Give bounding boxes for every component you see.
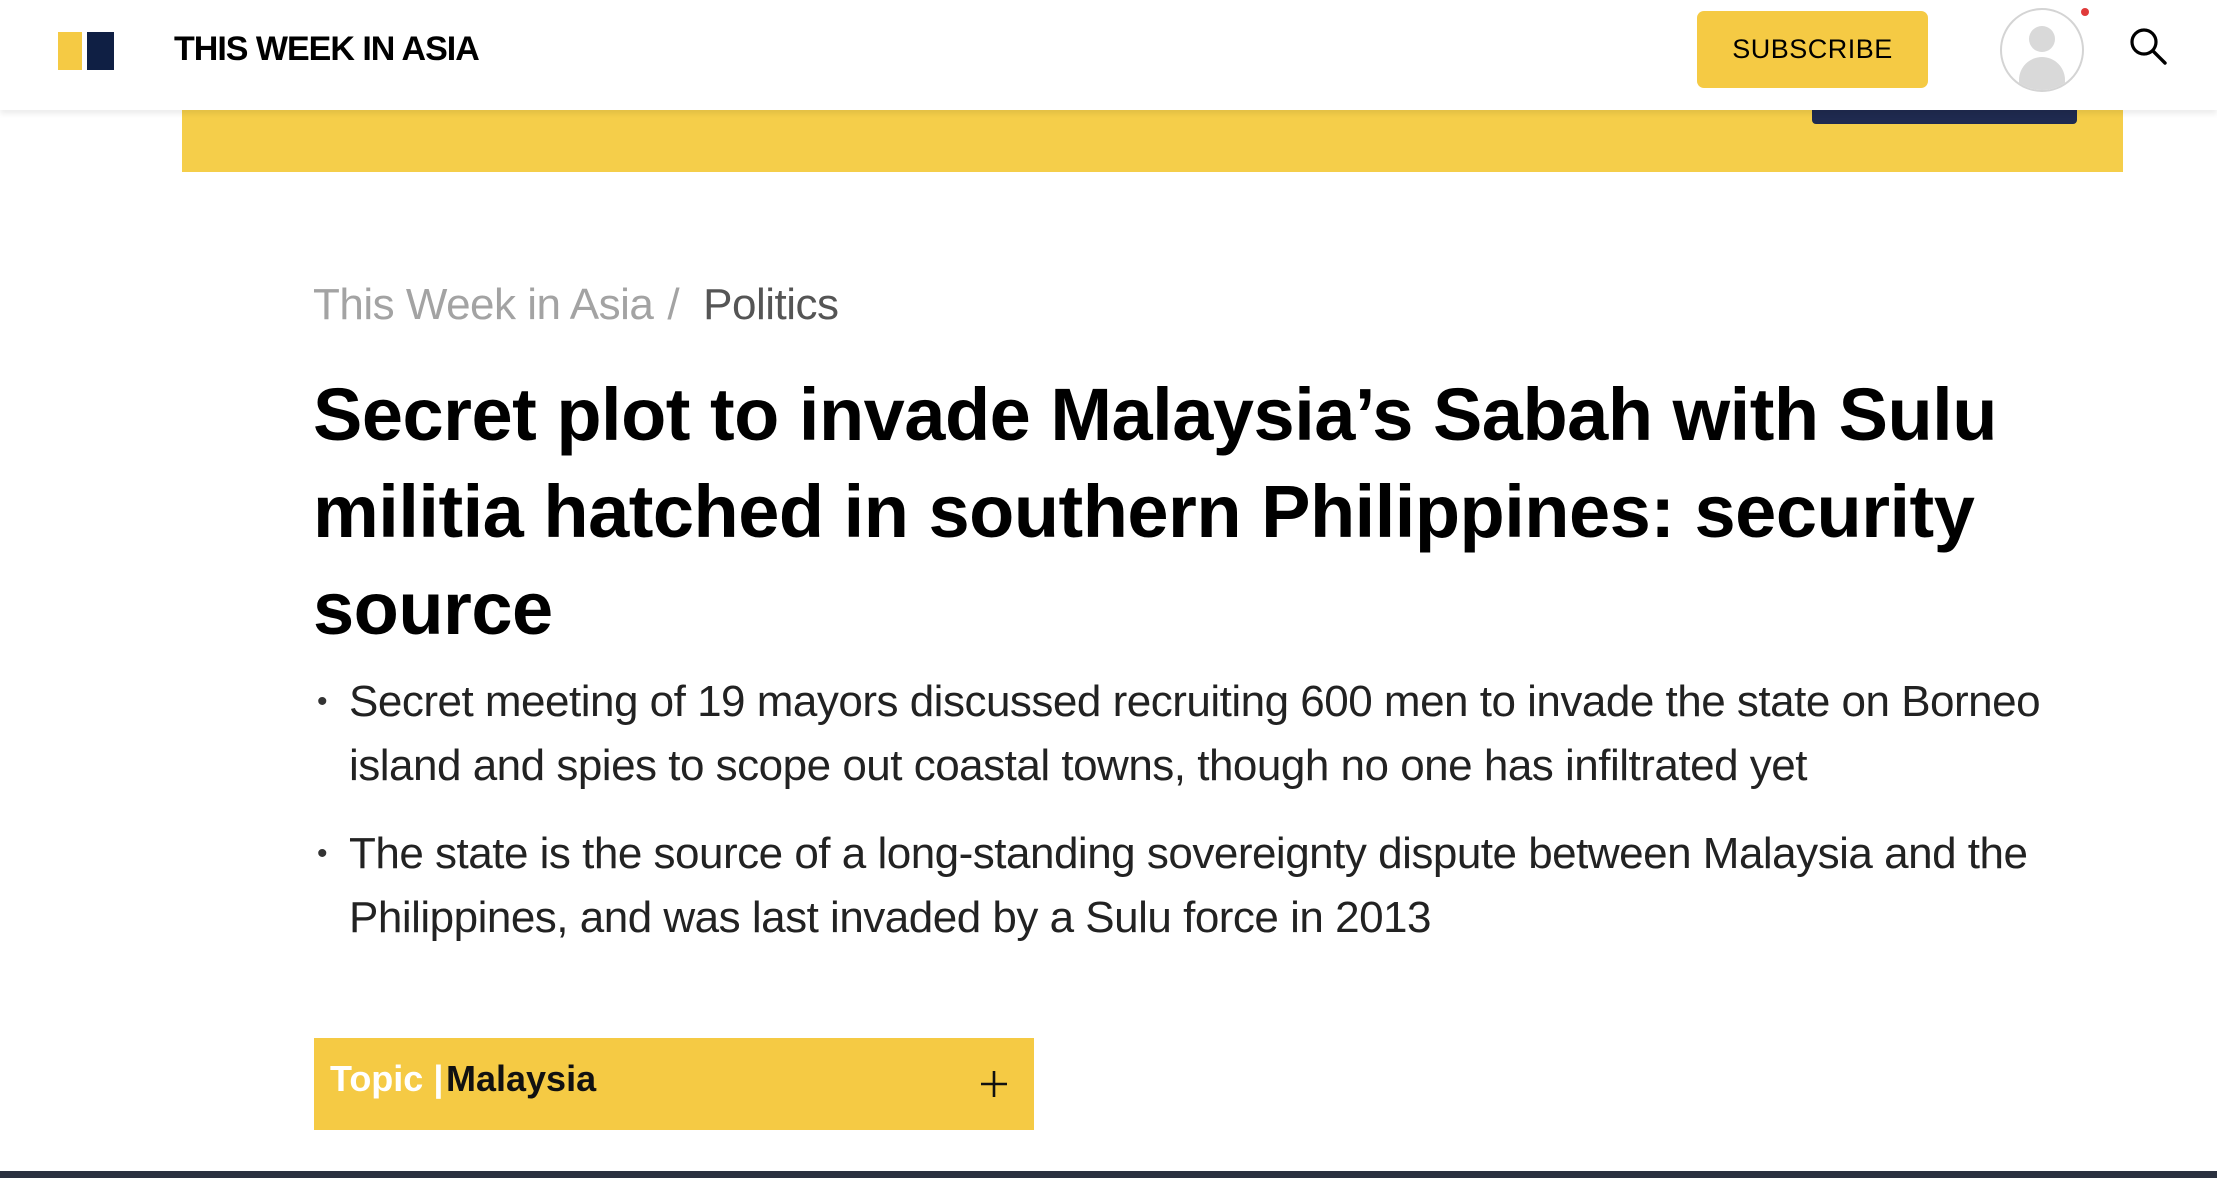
- breadcrumb-section-link[interactable]: Politics: [703, 280, 839, 329]
- article-headline: Secret plot to invade Malaysia’s Sabah w…: [313, 373, 1997, 650]
- logo-navy-block: [87, 32, 114, 70]
- summary-item-text: The state is the source of a long-standi…: [349, 829, 2028, 942]
- search-icon[interactable]: [2128, 26, 2168, 66]
- user-avatar-icon[interactable]: [2000, 8, 2084, 92]
- avatar-body-shape: [2019, 57, 2065, 90]
- plus-icon[interactable]: [979, 1069, 1009, 1099]
- notification-dot-icon: [2081, 8, 2089, 16]
- summary-item: • The state is the source of a long-stan…: [313, 822, 2143, 950]
- avatar-head-shape: [2029, 26, 2055, 52]
- topic-label: Topic |: [330, 1058, 444, 1099]
- logo-yellow-block: [58, 32, 82, 70]
- footer-bar: [0, 1171, 2217, 1178]
- summary-item-text: Secret meeting of 19 mayors discussed re…: [349, 677, 2041, 790]
- breadcrumb-separator: /: [667, 280, 680, 329]
- site-header: THIS WEEK IN ASIA SUBSCRIBE: [0, 0, 2217, 110]
- brand-name[interactable]: THIS WEEK IN ASIA: [174, 30, 480, 69]
- topic-bar[interactable]: Topic | Malaysia: [314, 1038, 1034, 1130]
- article-summary-list: • Secret meeting of 19 mayors discussed …: [313, 670, 2143, 974]
- page: THIS WEEK IN ASIA SUBSCRIBE This Week in…: [0, 0, 2217, 1178]
- topic-value-link[interactable]: Malaysia: [446, 1058, 596, 1100]
- promo-banner-strip: [182, 110, 2123, 172]
- breadcrumb: This Week in Asia / Politics: [313, 280, 839, 330]
- summary-item: • Secret meeting of 19 mayors discussed …: [313, 670, 2143, 798]
- bullet-icon: •: [317, 685, 328, 718]
- banner-button[interactable]: [1812, 110, 2077, 124]
- bullet-icon: •: [317, 837, 328, 870]
- brand-logo-icon[interactable]: [58, 32, 114, 70]
- subscribe-button[interactable]: SUBSCRIBE: [1697, 11, 1928, 88]
- breadcrumb-root-link[interactable]: This Week in Asia: [313, 280, 654, 329]
